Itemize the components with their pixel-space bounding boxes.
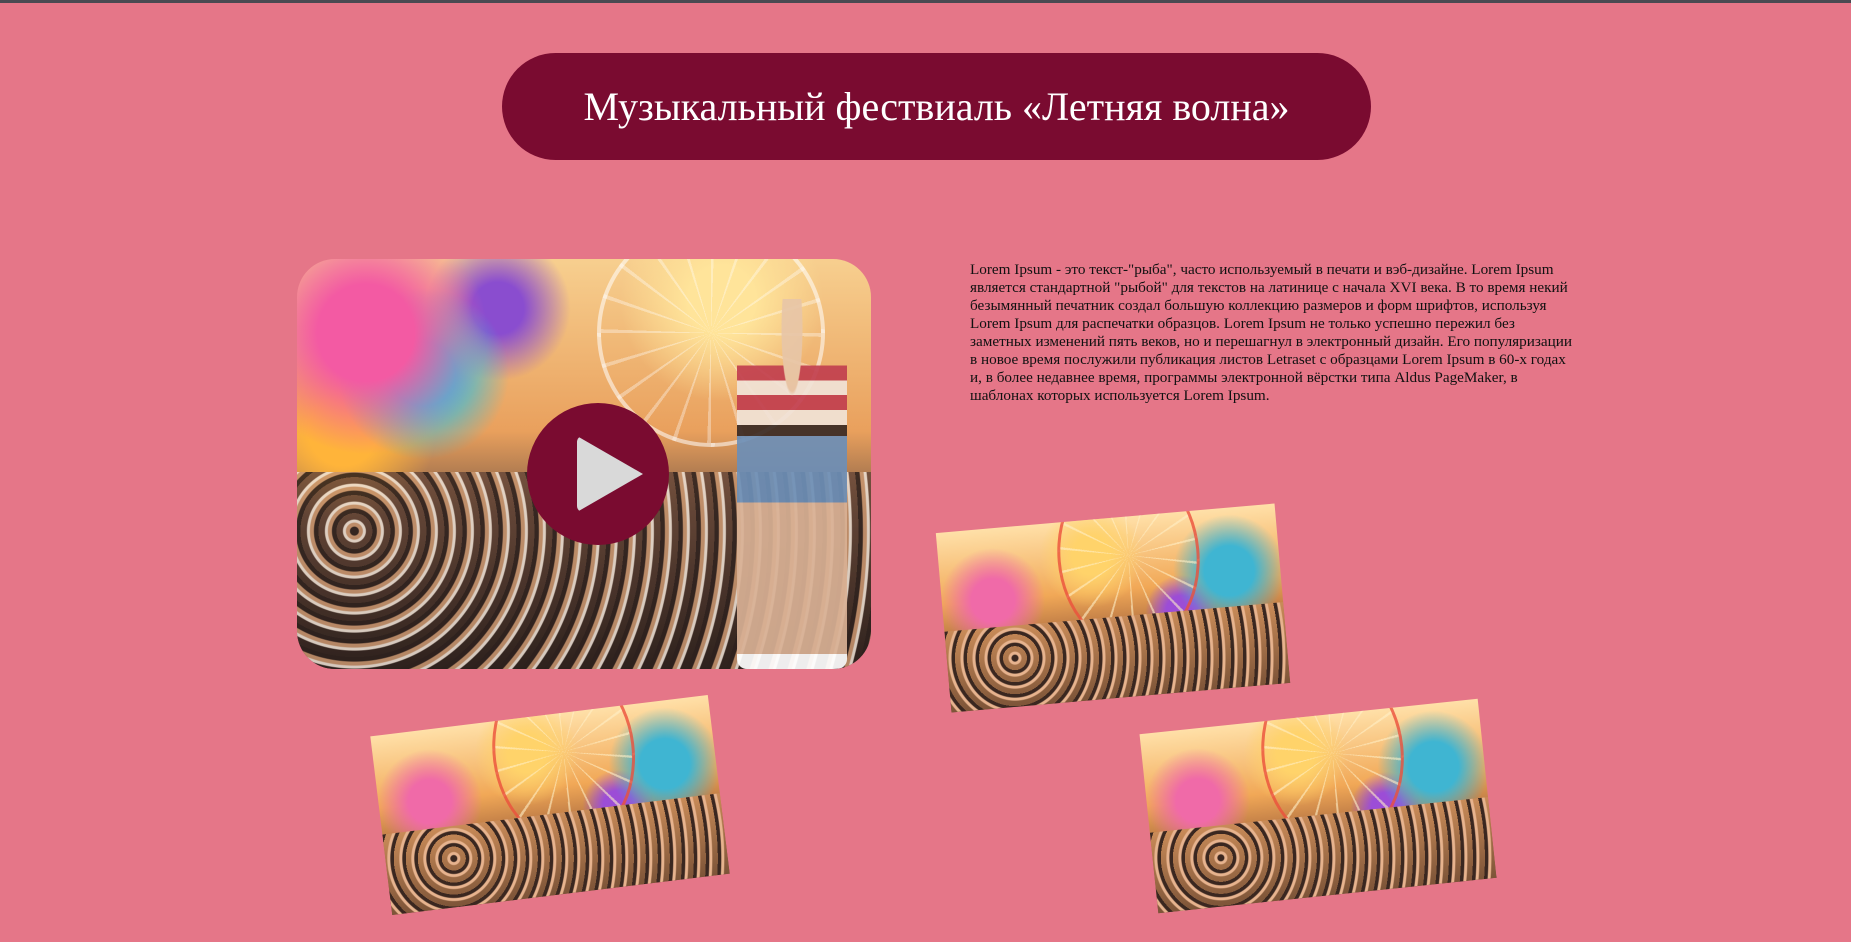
- festival-photo-crowd: [370, 694, 730, 916]
- page-title-text: Музыкальный фествиаль «Летняя волна»: [583, 84, 1290, 129]
- description-text: Lorem Ipsum - это текст-"рыба", часто ис…: [970, 261, 1573, 404]
- crowd-graphic: [1149, 797, 1497, 914]
- page-title: Музыкальный фествиаль «Летняя волна»: [502, 53, 1371, 160]
- crowd-graphic: [944, 602, 1291, 713]
- dancer-graphic: [737, 299, 847, 669]
- play-icon[interactable]: [527, 403, 669, 545]
- festival-photo-ferris-wheel: [1139, 698, 1497, 914]
- festival-photo-stage: [935, 503, 1291, 713]
